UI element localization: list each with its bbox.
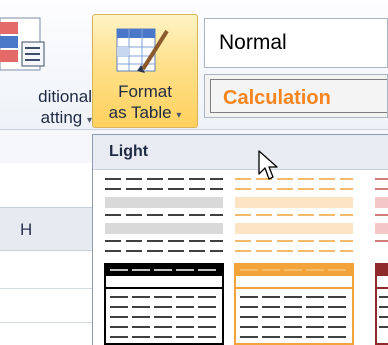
conditional-formatting-button[interactable]: ditional atting ▾	[0, 14, 92, 128]
mouse-cursor-icon	[258, 150, 278, 180]
table-style-gallery: Light	[92, 134, 388, 345]
cell-style-calculation-swatch: Calculation	[210, 79, 387, 113]
worksheet-area	[0, 163, 92, 345]
conditional-formatting-label: ditional atting ▾	[38, 87, 92, 127]
table-style-light-1[interactable]	[105, 175, 223, 255]
column-header-h[interactable]: H	[0, 207, 92, 251]
table-style-light-5[interactable]	[234, 263, 354, 345]
cell-style-calculation[interactable]: Calculation	[204, 74, 388, 118]
row-gridline	[0, 288, 92, 289]
gallery-section-header: Light	[93, 135, 388, 170]
table-style-light-4[interactable]	[104, 263, 224, 345]
row-gridline	[0, 322, 92, 323]
column-header-label: H	[20, 220, 33, 239]
cell-style-calculation-label: Calculation	[223, 87, 331, 109]
table-style-light-2[interactable]	[235, 175, 353, 255]
table-style-light-6[interactable]	[375, 263, 388, 345]
cell-style-normal-label: Normal	[219, 31, 287, 54]
chevron-down-icon: ▾	[176, 110, 182, 121]
format-as-table-label: Format as Table ▾	[108, 82, 182, 122]
format-as-table-button[interactable]: Format as Table ▾	[92, 14, 198, 128]
gallery-section-label: Light	[109, 143, 149, 160]
conditional-formatting-icon	[0, 17, 45, 71]
format-as-table-icon	[116, 28, 169, 73]
table-style-light-3[interactable]	[375, 175, 388, 255]
cell-style-normal[interactable]: Normal	[204, 18, 388, 68]
